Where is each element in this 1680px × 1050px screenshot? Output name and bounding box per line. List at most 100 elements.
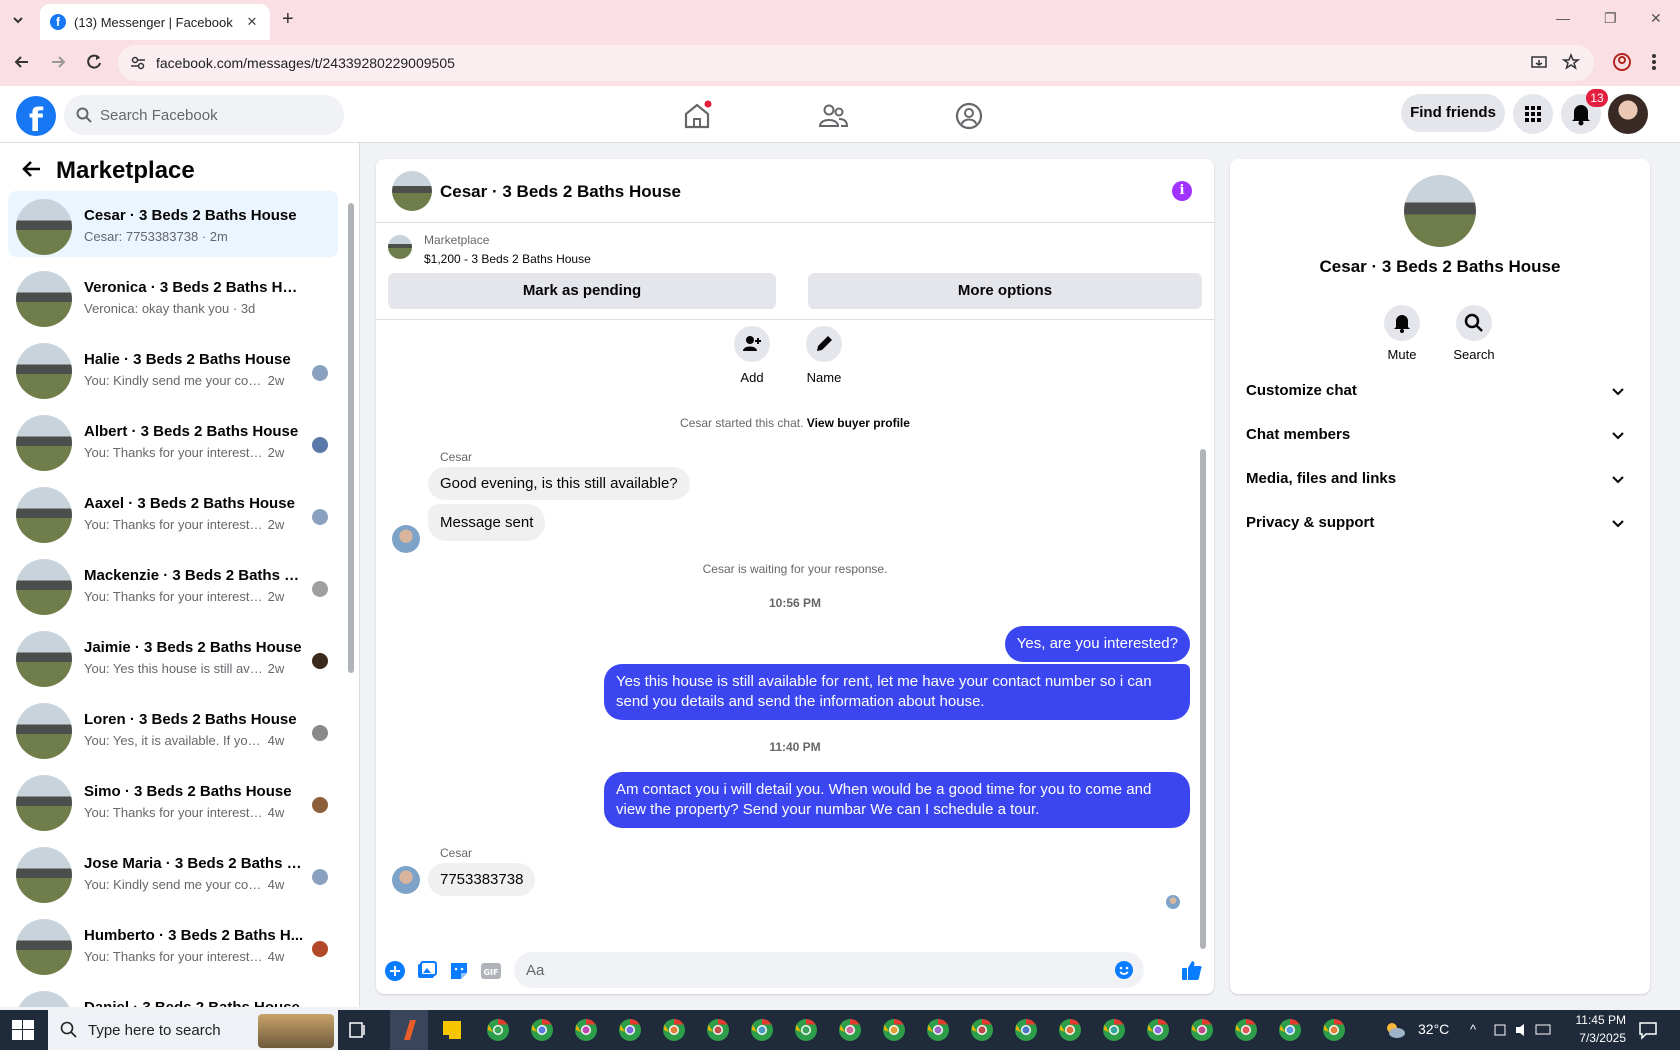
- chrome-profile-taskbar-icon[interactable]: [1146, 1018, 1170, 1042]
- details-listing-thumbnail[interactable]: [1404, 175, 1476, 247]
- chrome-profile-taskbar-icon[interactable]: [618, 1018, 642, 1042]
- show-hidden-icons-chevron-icon[interactable]: ^: [1470, 1022, 1476, 1037]
- chrome-profile-taskbar-icon[interactable]: [1102, 1018, 1126, 1042]
- conversation-item[interactable]: Aaxel · 3 Beds 2 Baths House You: Thanks …: [8, 479, 338, 545]
- chrome-profile-taskbar-icon[interactable]: [970, 1018, 994, 1042]
- listing-price[interactable]: $1,200 - 3 Beds 2 Baths House: [424, 252, 591, 266]
- weather-icon[interactable]: [1383, 1018, 1407, 1042]
- chrome-profile-taskbar-icon[interactable]: [1014, 1018, 1038, 1042]
- minimize-icon[interactable]: —: [1556, 10, 1570, 26]
- chrome-profile-taskbar-icon[interactable]: [794, 1018, 818, 1042]
- listing-thumbnail[interactable]: [388, 235, 412, 259]
- conversation-item[interactable]: Albert · 3 Beds 2 Baths House You: Thanks…: [8, 407, 338, 473]
- details-section-row[interactable]: Chat members: [1246, 415, 1636, 455]
- chrome-profile-taskbar-icon[interactable]: [530, 1018, 554, 1042]
- clock-time[interactable]: 11:45 PM: [1566, 1013, 1626, 1027]
- facebook-search-input[interactable]: Search Facebook: [64, 95, 344, 135]
- message-input[interactable]: Aa: [514, 952, 1144, 988]
- task-view-icon[interactable]: [348, 1020, 368, 1040]
- home-icon[interactable]: [681, 100, 713, 132]
- more-options-button[interactable]: More options: [808, 273, 1202, 309]
- outgoing-message[interactable]: Am contact you i will detail you. When w…: [604, 772, 1190, 828]
- menu-grid-icon[interactable]: [1513, 94, 1553, 134]
- window-close-icon[interactable]: ✕: [1650, 10, 1662, 27]
- chrome-profile-taskbar-icon[interactable]: [882, 1018, 906, 1042]
- sidebar-scrollbar[interactable]: [348, 203, 354, 673]
- details-section-row[interactable]: Customize chat: [1246, 371, 1636, 411]
- new-tab-icon[interactable]: +: [282, 8, 294, 31]
- mute-button[interactable]: Mute: [1372, 305, 1432, 362]
- chrome-profile-taskbar-icon[interactable]: [706, 1018, 730, 1042]
- thumbs-up-icon[interactable]: [1180, 958, 1202, 980]
- chrome-profile-taskbar-icon[interactable]: [1234, 1018, 1258, 1042]
- chat-scrollbar[interactable]: [1200, 449, 1206, 949]
- incoming-message[interactable]: Good evening, is this still available?: [428, 467, 690, 500]
- address-bar[interactable]: facebook.com/messages/t/2433928022900950…: [118, 45, 1594, 81]
- incoming-message[interactable]: 7753383738: [428, 863, 536, 896]
- facebook-logo-icon[interactable]: f: [16, 96, 56, 139]
- back-icon[interactable]: [12, 52, 32, 72]
- install-app-icon[interactable]: [1530, 54, 1548, 72]
- chat-listing-thumbnail[interactable]: [392, 171, 432, 211]
- conversation-item[interactable]: Jose Maria · 3 Beds 2 Baths H... You: Kin…: [8, 839, 338, 905]
- sticky-notes-icon[interactable]: [440, 1018, 464, 1042]
- chrome-profile-taskbar-icon[interactable]: [926, 1018, 950, 1042]
- chat-title[interactable]: Cesar · 3 Beds 2 Baths House: [440, 182, 681, 202]
- sticker-icon[interactable]: [448, 960, 470, 982]
- reload-icon[interactable]: [84, 52, 104, 72]
- chrome-profile-taskbar-icon[interactable]: [574, 1018, 598, 1042]
- chrome-profile-taskbar-icon[interactable]: [662, 1018, 686, 1042]
- chrome-profile-taskbar-icon[interactable]: [750, 1018, 774, 1042]
- conversation-item[interactable]: Halie · 3 Beds 2 Baths House You: Kindly …: [8, 335, 338, 401]
- conversation-item[interactable]: Cesar · 3 Beds 2 Baths House Cesar: 77533…: [8, 191, 338, 257]
- chrome-profile-taskbar-icon[interactable]: [1058, 1018, 1082, 1042]
- sender-avatar[interactable]: [392, 525, 420, 553]
- taskbar-search-box[interactable]: Type here to search: [48, 1010, 338, 1050]
- friends-icon[interactable]: [817, 100, 849, 132]
- profile-icon[interactable]: [1612, 52, 1632, 72]
- plus-circle-icon[interactable]: [384, 960, 406, 982]
- sender-avatar[interactable]: [392, 866, 420, 894]
- chrome-profile-taskbar-icon[interactable]: [1322, 1018, 1346, 1042]
- conversation-item[interactable]: Daniel · 3 Beds 2 Baths House: [8, 983, 338, 1007]
- browser-menu-icon[interactable]: [1650, 52, 1658, 72]
- conversation-item[interactable]: Simo · 3 Beds 2 Baths House You: Thanks f…: [8, 767, 338, 833]
- restore-icon[interactable]: ❐: [1604, 10, 1617, 27]
- back-arrow-icon[interactable]: [20, 157, 44, 181]
- photo-icon[interactable]: [416, 960, 438, 982]
- tab-search-chevron-icon[interactable]: [8, 10, 28, 30]
- mark-as-pending-button[interactable]: Mark as pending: [388, 273, 776, 309]
- conversation-item[interactable]: Mackenzie · 3 Beds 2 Baths H... You: Than…: [8, 551, 338, 617]
- conversation-item[interactable]: Jaimie · 3 Beds 2 Baths House You: Yes th…: [8, 623, 338, 689]
- weather-temperature[interactable]: 32°C: [1418, 1021, 1449, 1037]
- account-avatar[interactable]: [1608, 94, 1648, 134]
- clock-date[interactable]: 7/3/2025: [1562, 1031, 1626, 1045]
- taskbar-app-active[interactable]: [390, 1010, 428, 1050]
- site-settings-icon[interactable]: [130, 55, 146, 71]
- tab-close-icon[interactable]: ✕: [244, 14, 260, 30]
- conversation-item[interactable]: Humberto · 3 Beds 2 Baths H... You: Thank…: [8, 911, 338, 977]
- name-chat-button[interactable]: Name: [794, 326, 854, 385]
- chrome-profile-taskbar-icon[interactable]: [1190, 1018, 1214, 1042]
- forward-icon[interactable]: [48, 52, 68, 72]
- add-people-button[interactable]: Add: [722, 326, 782, 385]
- browser-tab-messenger[interactable]: f (13) Messenger | Facebook ✕: [40, 4, 270, 40]
- emoji-icon[interactable]: [1114, 960, 1134, 980]
- windows-start-icon[interactable]: [12, 1020, 34, 1040]
- info-icon[interactable]: i: [1172, 181, 1192, 201]
- notification-center-icon[interactable]: [1638, 1020, 1658, 1040]
- bookmark-star-icon[interactable]: [1562, 53, 1580, 71]
- conversation-item[interactable]: Loren · 3 Beds 2 Baths House You: Yes, it…: [8, 695, 338, 761]
- outgoing-message[interactable]: Yes, are you interested?: [1004, 626, 1190, 662]
- chrome-profile-taskbar-icon[interactable]: [838, 1018, 862, 1042]
- view-buyer-profile-link[interactable]: View buyer profile: [807, 416, 910, 430]
- chrome-profile-taskbar-icon[interactable]: [486, 1018, 510, 1042]
- find-friends-button[interactable]: Find friends: [1401, 94, 1505, 132]
- conversation-item[interactable]: Veronica · 3 Beds 2 Baths House Veronica:…: [8, 263, 338, 329]
- chrome-profile-taskbar-icon[interactable]: [1278, 1018, 1302, 1042]
- incoming-message[interactable]: Message sent: [428, 504, 546, 541]
- outgoing-message[interactable]: Yes this house is still available for re…: [604, 664, 1190, 720]
- system-tray-icons[interactable]: [1494, 1022, 1554, 1038]
- gif-icon[interactable]: GIF: [480, 960, 502, 982]
- details-section-row[interactable]: Privacy & support: [1246, 503, 1636, 543]
